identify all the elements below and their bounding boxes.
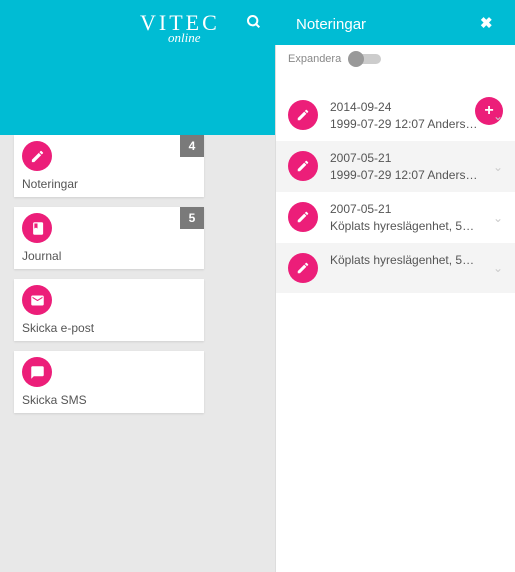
entry-row[interactable]: Köplats hyreslägenhet, 5… ⌄ — [276, 243, 515, 293]
chat-icon — [22, 357, 52, 387]
chevron-down-icon[interactable]: ⌄ — [493, 261, 503, 275]
tile-label: Noteringar — [22, 177, 78, 191]
tile-list: 4 Noteringar 5 Journal Skicka e-post Ski… — [14, 135, 204, 423]
chevron-down-icon[interactable]: ⌄ — [493, 160, 503, 174]
tile-label: Skicka SMS — [22, 393, 87, 407]
pencil-icon — [288, 151, 318, 181]
pencil-icon — [288, 253, 318, 283]
book-icon — [22, 213, 52, 243]
entry-row[interactable]: 2007-05-21 Köplats hyreslägenhet, 5… ⌄ — [276, 192, 515, 243]
entry-detail: 1999-07-29 12:07 Anders… — [330, 117, 493, 131]
expand-toggle[interactable] — [349, 54, 381, 64]
expand-label: Expandera — [288, 53, 341, 65]
chevron-down-icon[interactable]: ⌄ — [493, 109, 503, 123]
top-bar-left — [0, 0, 275, 135]
entry-date: 2007-05-21 — [330, 202, 493, 216]
search-icon[interactable] — [246, 14, 262, 33]
entries-list: 2014-09-24 1999-07-29 12:07 Anders… ⌄ 20… — [276, 90, 515, 293]
expand-row: Expandera — [276, 45, 515, 69]
mail-icon — [22, 285, 52, 315]
pencil-icon — [288, 202, 318, 232]
pencil-icon — [288, 100, 318, 130]
tile-label: Journal — [22, 249, 61, 263]
entry-detail: Köplats hyreslägenhet, 5… — [330, 253, 493, 267]
pencil-icon — [22, 141, 52, 171]
entry-detail: 1999-07-29 12:07 Anders… — [330, 168, 493, 182]
tile-journal[interactable]: 5 Journal — [14, 207, 204, 269]
entry-row[interactable]: 2007-05-21 1999-07-29 12:07 Anders… ⌄ — [276, 141, 515, 192]
tile-label: Skicka e-post — [22, 321, 94, 335]
close-icon[interactable]: ✖ — [480, 14, 493, 32]
chevron-down-icon[interactable]: ⌄ — [493, 211, 503, 225]
tile-sms[interactable]: Skicka SMS — [14, 351, 204, 413]
entry-date: 2014-09-24 — [330, 100, 493, 114]
right-panel: Expandera + 2014-09-24 1999-07-29 12:07 … — [275, 45, 515, 572]
panel-title: Noteringar — [296, 16, 366, 33]
logo-subtext: online — [168, 30, 201, 46]
entry-date: 2007-05-21 — [330, 151, 493, 165]
entry-row[interactable]: 2014-09-24 1999-07-29 12:07 Anders… ⌄ — [276, 90, 515, 141]
badge: 4 — [180, 135, 204, 157]
tile-noteringar[interactable]: 4 Noteringar — [14, 135, 204, 197]
tile-email[interactable]: Skicka e-post — [14, 279, 204, 341]
entry-detail: Köplats hyreslägenhet, 5… — [330, 219, 493, 233]
badge: 5 — [180, 207, 204, 229]
